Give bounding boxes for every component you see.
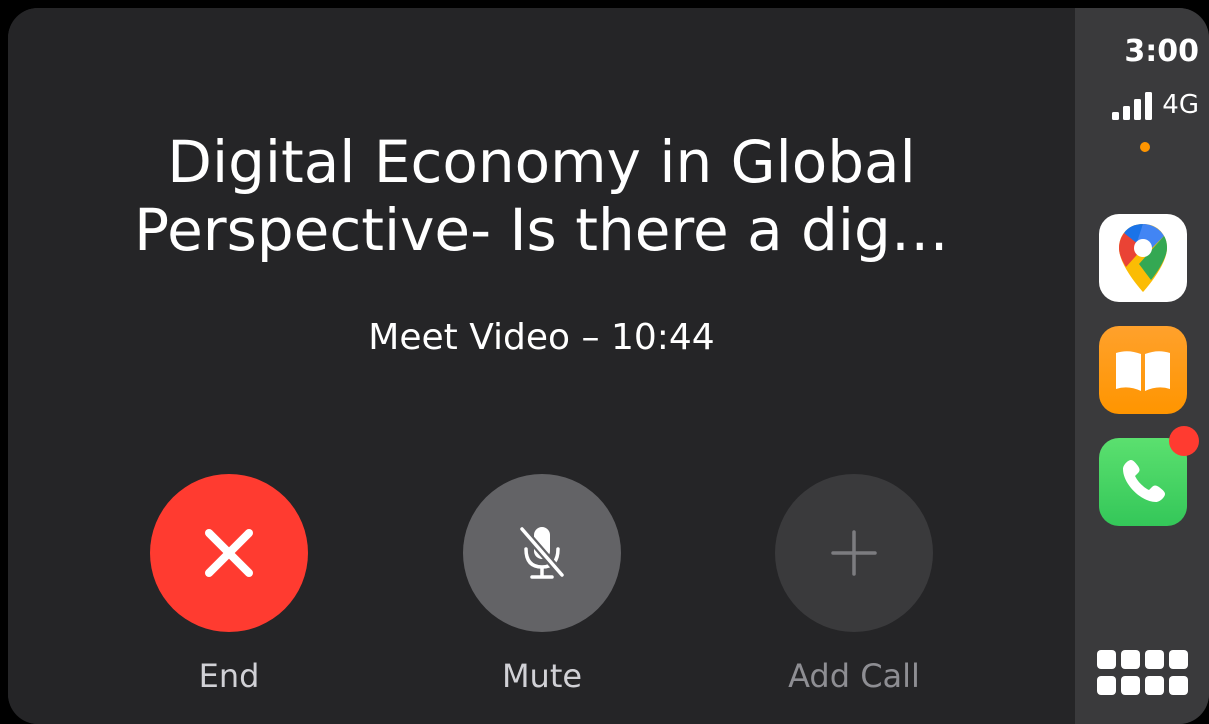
book-icon [1116, 351, 1170, 391]
mic-in-use-indicator [1140, 142, 1150, 152]
call-title-line-2: Perspective- Is there a dig… [134, 196, 949, 264]
notification-badge [1169, 426, 1199, 456]
call-subtitle: Meet Video – 10:44 [368, 317, 715, 358]
call-title-line-1: Digital Economy in Global [167, 128, 916, 196]
close-icon [205, 529, 253, 577]
call-title: Digital Economy in Global Perspective- I… [8, 128, 1075, 264]
end-call-label: End [198, 657, 260, 695]
carplay-sidebar: 3:00 4G [1075, 8, 1209, 724]
end-call-button[interactable] [150, 474, 308, 632]
network-type: 4G [1162, 90, 1199, 120]
mute-button[interactable] [463, 474, 621, 632]
mute-label: Mute [501, 657, 583, 695]
plus-icon [831, 530, 877, 576]
maps-pin-icon [1119, 224, 1167, 292]
signal-status: 4G [1087, 86, 1199, 120]
add-call-label: Add Call [788, 657, 920, 695]
call-screen: Digital Economy in Global Perspective- I… [8, 8, 1075, 724]
add-call-button[interactable] [775, 474, 933, 632]
dock-app-books[interactable] [1099, 326, 1187, 414]
phone-icon [1123, 460, 1165, 502]
signal-bars-icon [1112, 92, 1153, 120]
status-time: 3:00 [1124, 34, 1199, 69]
carplay-screen: Digital Economy in Global Perspective- I… [8, 8, 1209, 724]
dock-app-maps[interactable] [1099, 214, 1187, 302]
mic-off-icon [518, 525, 566, 579]
grid-icon[interactable] [1097, 650, 1189, 696]
